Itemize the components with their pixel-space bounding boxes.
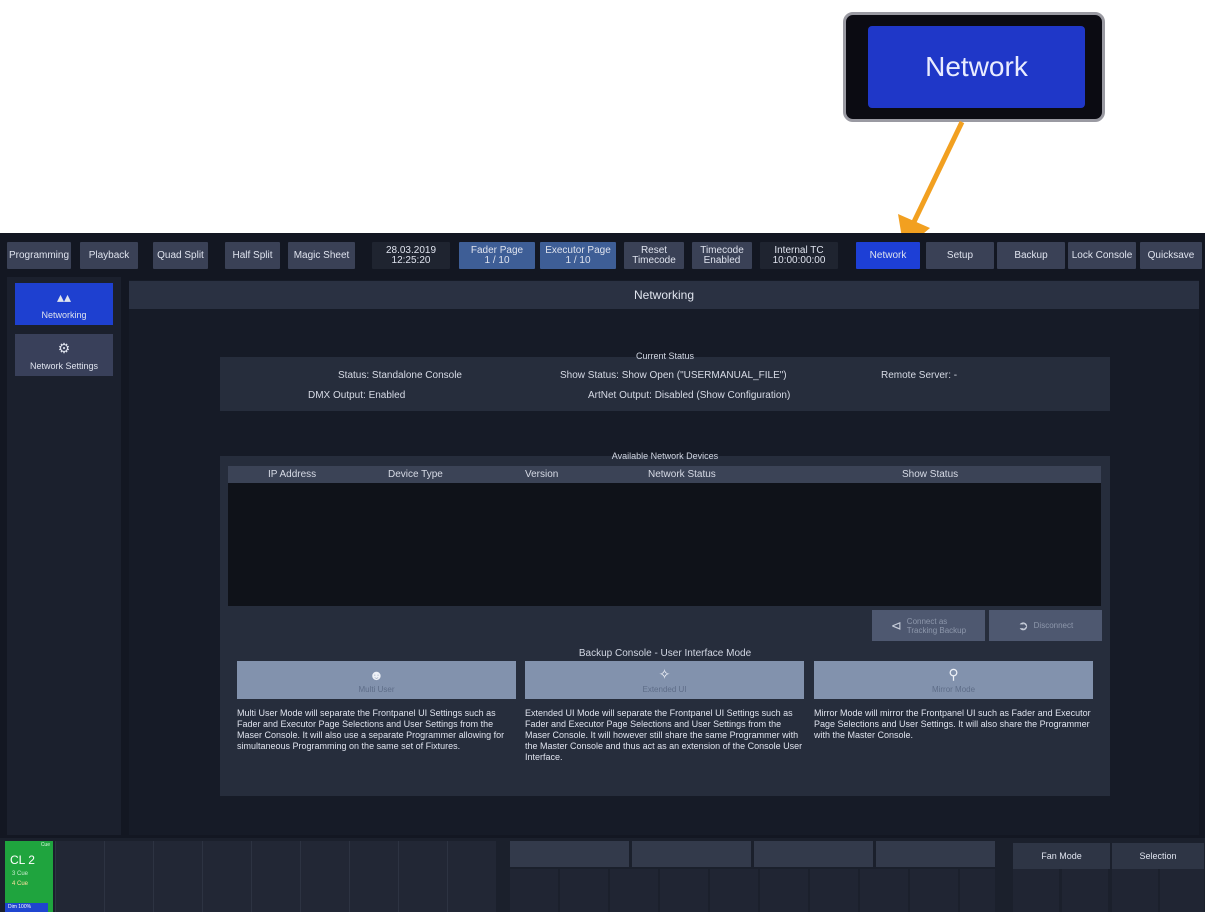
artnet-output-text: ArtNet Output: Disabled (Show Configurat… <box>588 390 791 401</box>
executor-slot[interactable] <box>560 869 608 912</box>
executor-slot[interactable] <box>710 869 758 912</box>
playback-button[interactable]: Playback <box>80 242 138 269</box>
network-button[interactable]: Network <box>856 242 920 269</box>
fader-slot[interactable] <box>251 841 300 912</box>
time-text: 12:25:20 <box>391 254 431 266</box>
executor-slot[interactable] <box>1062 869 1108 912</box>
cue-list-name: CL 2 <box>10 853 35 867</box>
dmx-output-text: DMX Output: Enabled <box>308 390 406 401</box>
mirror-icon: ⚲ <box>948 666 959 682</box>
executor-group[interactable] <box>510 841 629 867</box>
executor-group[interactable] <box>754 841 873 867</box>
column-header[interactable]: Device Type <box>388 469 443 480</box>
executor-slot[interactable] <box>960 869 995 912</box>
column-header[interactable]: Version <box>525 469 558 480</box>
executor-page-button[interactable]: Executor Page 1 / 10 <box>540 242 616 269</box>
quicksave-button[interactable]: Quicksave <box>1140 242 1202 269</box>
fan-mode-button[interactable]: Fan Mode <box>1013 843 1110 869</box>
executor-slot[interactable] <box>760 869 808 912</box>
column-header[interactable]: IP Address <box>268 469 316 480</box>
devices-title: Available Network Devices <box>611 451 719 461</box>
date-time-display: 28.03.2019 12:25:20 <box>372 242 450 269</box>
extended-ui-button[interactable]: ✧ Extended UI <box>525 661 804 699</box>
mirror-mode-description: Mirror Mode will mirror the Frontpanel U… <box>814 708 1091 740</box>
fader-slot[interactable] <box>349 841 398 912</box>
column-header[interactable]: Show Status <box>902 469 958 480</box>
sidebar-item-networking[interactable]: ▴▴ Networking <box>15 283 113 325</box>
fader-slot[interactable] <box>104 841 153 912</box>
executor-group[interactable] <box>632 841 751 867</box>
mirror-mode-button[interactable]: ⚲ Mirror Mode <box>814 661 1093 699</box>
quad-split-button[interactable]: Quad Split <box>153 242 208 269</box>
cue-top-label: Cue <box>40 842 50 848</box>
current-status-panel <box>220 357 1110 411</box>
fader-slot[interactable] <box>55 841 104 912</box>
show-status-text: Show Status: Show Open ("USERMANUAL_FILE… <box>560 370 787 381</box>
executor-slot[interactable] <box>910 869 958 912</box>
cue-level: Dim 100% <box>5 903 48 912</box>
current-status-title: Current Status <box>635 351 695 361</box>
extend-icon: ✧ <box>658 666 671 682</box>
internal-tc-display: Internal TC 10:00:00:00 <box>760 242 838 269</box>
backup-mode-title: Backup Console - User Interface Mode <box>578 648 752 659</box>
users-icon: ☻ <box>369 666 384 683</box>
callout-arrow <box>898 120 965 250</box>
multi-user-button[interactable]: ☻ Multi User <box>237 661 516 699</box>
half-split-button[interactable]: Half Split <box>225 242 280 269</box>
programming-button[interactable]: Programming <box>7 242 71 269</box>
executor-slot[interactable] <box>810 869 858 912</box>
network-icon: ▴▴ <box>56 288 72 305</box>
cue-next: 4 Cue <box>12 881 29 887</box>
connect-tracking-backup-button[interactable]: ⊲ Connect as Tracking Backup <box>872 610 985 641</box>
callout-network-label: Network <box>868 26 1085 108</box>
executor-group[interactable] <box>876 841 995 867</box>
timecode-enabled-button[interactable]: Timecode Enabled <box>692 242 752 269</box>
magic-sheet-button[interactable]: Magic Sheet <box>288 242 355 269</box>
fader-slot[interactable] <box>398 841 447 912</box>
backup-button[interactable]: Backup <box>997 242 1065 269</box>
reset-timecode-button[interactable]: Reset Timecode <box>624 242 684 269</box>
extended-ui-description: Extended UI Mode will separate the Front… <box>525 708 803 762</box>
cue-list-executor[interactable]: Cue CL 2 3 Cue 4 Cue Dim 100% <box>5 841 53 912</box>
executor-slot[interactable] <box>510 869 558 912</box>
executor-slot[interactable] <box>660 869 708 912</box>
gears-icon: ⚙ <box>57 339 71 356</box>
fader-slot[interactable] <box>300 841 349 912</box>
fader-slot[interactable] <box>153 841 202 912</box>
column-header[interactable]: Network Status <box>648 469 716 480</box>
fader-page-button[interactable]: Fader Page 1 / 10 <box>459 242 535 269</box>
executor-slot[interactable] <box>1112 869 1158 912</box>
selection-button[interactable]: Selection <box>1112 843 1204 869</box>
page-title: Networking <box>129 281 1199 309</box>
logout-icon: ➲ <box>1017 617 1029 633</box>
remote-server-text: Remote Server: - <box>881 370 958 381</box>
multi-user-description: Multi User Mode will separate the Frontp… <box>237 708 505 751</box>
disconnect-button[interactable]: ➲ Disconnect <box>989 610 1102 641</box>
share-icon: ⊲ <box>890 617 902 633</box>
cue-prev: 3 Cue <box>12 871 29 877</box>
executor-slot[interactable] <box>1013 869 1059 912</box>
sidebar-item-network-settings[interactable]: ⚙ Network Settings <box>15 334 113 376</box>
setup-button[interactable]: Setup <box>926 242 994 269</box>
executor-slot[interactable] <box>860 869 908 912</box>
executor-slot[interactable] <box>610 869 658 912</box>
status-text: Status: Standalone Console <box>338 370 462 381</box>
devices-table[interactable] <box>228 466 1101 606</box>
fader-slot[interactable] <box>447 841 496 912</box>
date-text: 28.03.2019 <box>385 244 437 256</box>
lock-console-button[interactable]: Lock Console <box>1068 242 1136 269</box>
executor-slot[interactable] <box>1160 869 1204 912</box>
fader-slot[interactable] <box>202 841 251 912</box>
